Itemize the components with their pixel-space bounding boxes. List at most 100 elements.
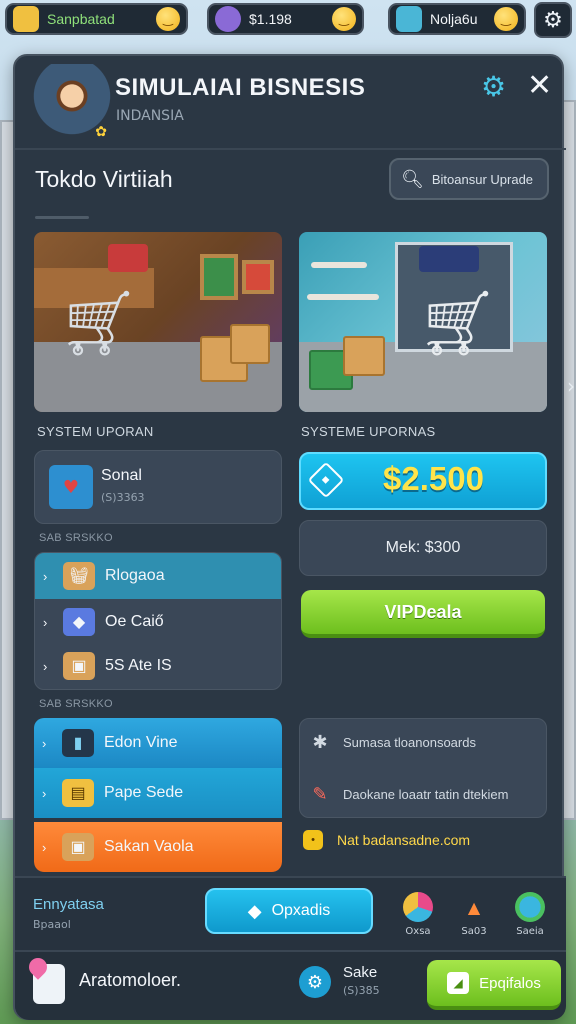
gear-icon: ⚙	[543, 7, 563, 33]
package-icon: ▤	[62, 779, 94, 807]
crate-icon: ▣	[62, 833, 94, 861]
chevron-right-icon: ›	[43, 614, 48, 630]
max-price-display: Mek: $300	[299, 520, 547, 576]
top-resource-bar: Sanpbatad ‿ $1.198 ‿ Nolja6u ‿ ⚙	[0, 0, 576, 40]
carrot-icon: ▲	[467, 897, 481, 917]
smile-icon: ‿	[332, 7, 356, 31]
website-link-text: Nat badansadne.com	[337, 832, 471, 848]
item-list-1: › 🧺︎ Rlogaoa › ◆ Oe Caiő › ▣ 5S Ate IS	[34, 552, 282, 690]
list-item[interactable]: › 🧺︎ Rlogaoa	[35, 553, 281, 599]
mini-stat[interactable]: ▲ Sa03	[451, 892, 497, 938]
footer-stat-label: Sake	[343, 964, 378, 981]
footer-bottom-text: Aratomoloer.	[79, 970, 182, 990]
sub-section-label-1: SAB SRSKKO	[39, 532, 113, 544]
pie-icon	[403, 892, 433, 922]
info-row[interactable]: ✎ Daokane loaatr tatin dtekiem	[299, 772, 547, 816]
crystal-icon	[396, 6, 422, 32]
list-item[interactable]: › ▤ Pape Sede	[34, 768, 282, 818]
title-underline	[35, 216, 89, 219]
shopping-cart-icon: 🛒︎	[417, 287, 499, 361]
list-item-label: Rlogaoa	[105, 567, 165, 584]
panel-header: ✿ SIMULAIAI BISNESIS INDANSIA ⚙ ✕	[15, 56, 566, 150]
mini-stat[interactable]: Oxsa	[395, 892, 441, 937]
store-sign	[419, 246, 479, 272]
price-value: $2.500	[383, 460, 484, 497]
social-card[interactable]: ♥ Sonal (S)3363	[34, 450, 282, 524]
chevron-right-icon: ›	[43, 568, 48, 584]
store-front-scene[interactable]: 🛒︎	[299, 232, 547, 412]
star-badge-icon: ✿	[95, 124, 107, 140]
confirm-button[interactable]: ◢ Epqifalos	[427, 960, 561, 1010]
chevron-right-icon[interactable]: ›	[567, 374, 575, 398]
chevron-right-icon: ›	[42, 735, 47, 751]
resource-crystals[interactable]: Nolja6u ‿	[388, 3, 526, 35]
business-sim-panel: ✿ SIMULAIAI BISNESIS INDANSIA ⚙ ✕ Tokdo …	[13, 54, 575, 1020]
footer-upgrade-bar: Ennyatasa Bpaaol ◆ Opxadis Oxsa ▲ Sa03 S…	[15, 876, 566, 950]
gem-icon	[215, 6, 241, 32]
gift-icon: ◆	[63, 608, 95, 636]
chevron-right-icon: ›	[43, 658, 48, 674]
resource-money[interactable]: Sanpbatad ‿	[5, 3, 188, 35]
website-link[interactable]: • Nat badansadne.com	[303, 830, 470, 850]
globe-icon	[515, 892, 545, 922]
close-icon[interactable]: ✕	[527, 68, 552, 103]
basket-icon: 🧺︎	[63, 562, 95, 590]
chevron-right-icon: ›	[42, 839, 47, 855]
resource-gems[interactable]: $1.198 ‿	[207, 3, 364, 35]
shopping-cart-icon: 🛒︎	[58, 287, 140, 361]
list-item[interactable]: › ◆ Oe Caiő	[35, 599, 281, 645]
mini-stat[interactable]: Saeia	[507, 892, 553, 937]
box-icon: ▣	[63, 652, 95, 680]
store-interior-scene[interactable]: 🛒︎	[34, 232, 282, 412]
upgrade-button-label: Opxadis	[271, 902, 331, 919]
list-item-label: Oe Caiő	[105, 613, 164, 630]
heart-card-icon: ♥	[49, 465, 93, 509]
page-title: SIMULAIAI BISNESIS	[115, 74, 366, 101]
diamond-icon: ◆	[247, 900, 262, 921]
section-label-right: SYSTEME UPORNAS	[301, 424, 436, 439]
avatar[interactable]: ✿	[31, 64, 113, 144]
footer-sub: Bpaaol	[33, 918, 71, 931]
list-item[interactable]: › ▣ 5S Ate IS	[35, 643, 281, 689]
shop-title: Tokdo Virtiiah	[35, 166, 173, 192]
search-icon: 🔍︎	[401, 168, 424, 189]
list-item-label: Sakan Vaola	[104, 838, 194, 855]
item-list-2: › ▮ Edon Vine › ▤ Pape Sede › ▣ Sakan Va…	[34, 718, 282, 872]
picture-frame	[200, 254, 238, 300]
list-item[interactable]: › ▮ Edon Vine	[34, 718, 282, 768]
info-row[interactable]: ✱ Sumasa tloanonsoards	[299, 720, 547, 764]
location-document-icon	[25, 954, 65, 1004]
list-item[interactable]: › ▣ Sakan Vaola	[34, 822, 282, 872]
gear-icon[interactable]: ⚙	[481, 70, 506, 103]
pin-icon	[25, 954, 51, 980]
upgrade-search-label: Bitoansur Uprade	[431, 171, 534, 187]
list-item-label: Pape Sede	[104, 784, 184, 801]
diamond-icon: ◆	[307, 461, 345, 499]
mini-stat-label: Saeia	[516, 926, 544, 937]
mini-stat-label: Sa03	[461, 926, 487, 937]
gear-icon[interactable]: ⚙	[299, 966, 331, 998]
upgrade-search-button[interactable]: 🔍︎ Bitoansur Uprade	[389, 158, 549, 200]
background-building-right	[562, 100, 576, 820]
pencil-icon: ✎	[312, 783, 328, 804]
social-card-sub: (S)3363	[101, 491, 145, 504]
info-row-text: Sumasa tloanonsoards	[343, 734, 476, 750]
tablet-icon: ▮	[62, 729, 94, 757]
chevron-right-icon: ›	[42, 785, 47, 801]
upgrade-button[interactable]: ◆ Opxadis	[205, 888, 373, 934]
confirm-button-label: Epqifalos	[479, 974, 541, 992]
list-item-label: 5S Ate IS	[105, 657, 172, 674]
section-label-left: SYSTEM UPORAN	[37, 424, 154, 439]
info-row-text: Daokane loaatr tatin dtekiem	[343, 786, 509, 802]
settings-button[interactable]: ⚙	[534, 2, 572, 38]
resource-money-value: Sanpbatad	[47, 11, 115, 27]
cardboard-box	[343, 336, 385, 376]
price-button[interactable]: ◆ $2.500	[299, 452, 547, 510]
vip-deal-button[interactable]: VIPDeala	[301, 590, 545, 638]
list-item-label: Edon Vine	[104, 734, 178, 751]
cardboard-box	[230, 324, 270, 364]
mini-stat-label: Oxsa	[405, 926, 431, 937]
sub-section-label-2: SAB SRSKKO	[39, 698, 113, 710]
smile-icon: ‿	[156, 7, 180, 31]
resource-crystals-value: Nolja6u	[430, 11, 478, 27]
